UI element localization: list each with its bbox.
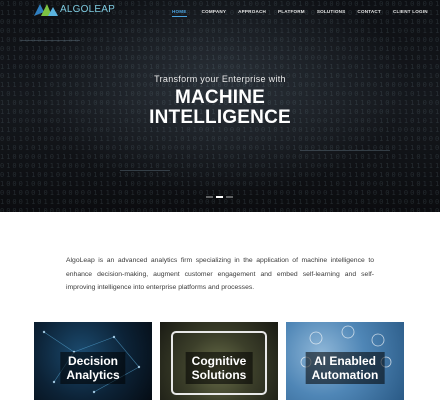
hero-title-line1: MACHINE (174, 87, 266, 108)
nav-company[interactable]: COMPANY (202, 9, 227, 17)
intro-paragraph: AlgoLeap is an advanced analytics firm s… (66, 257, 374, 291)
card-cognitive-solutions[interactable]: Cognitive Solutions (160, 322, 278, 400)
hero-banner: 0100010110011000101000110010011001001001… (0, 0, 440, 212)
algoleap-logo[interactable]: ALGOLEAP (34, 2, 115, 16)
card-label-box: Decision Analytics (60, 352, 126, 384)
nav-contact[interactable]: CONTACT (357, 9, 381, 17)
light-streak (120, 170, 170, 171)
nav-approach[interactable]: APPROACH (238, 9, 266, 17)
card-ai-enabled-automation[interactable]: AI Enabled Automation (286, 322, 404, 400)
logo-mark-icon (34, 4, 58, 16)
card-decision-analytics[interactable]: Decision Analytics (34, 322, 152, 400)
nav-client-login[interactable]: CLIENT LOGIN (393, 9, 428, 17)
card-title-line1: Decision (67, 354, 119, 368)
card-label-box: Cognitive Solutions (185, 352, 253, 384)
light-streak (300, 150, 390, 151)
nav-home[interactable]: HOME (172, 9, 187, 17)
logo-text: ALGOLEAP (60, 3, 115, 15)
card-label-box: AI Enabled Automation (305, 352, 385, 384)
nav-platform[interactable]: PLATFORM (278, 9, 305, 17)
card-title-line2: Solutions (191, 368, 247, 382)
card-title-line2: Analytics (66, 368, 120, 382)
slider-dots (206, 196, 233, 198)
card-title-line1: Cognitive (191, 354, 247, 368)
nav-solutions[interactable]: SOLUTIONS (317, 9, 346, 17)
slider-dot[interactable] (206, 196, 213, 198)
card-title-line1: AI Enabled (313, 354, 376, 368)
main-nav: HOME COMPANY APPROACH PLATFORM SOLUTIONS… (172, 9, 428, 17)
light-streak (20, 40, 80, 41)
hero-title: MACHINE INTELLIGENCE (0, 88, 440, 128)
hero-title-line2: INTELLIGENCE (149, 107, 291, 128)
card-title-line2: Automation (311, 368, 379, 382)
slider-dot-active[interactable] (216, 196, 223, 198)
slider-dot[interactable] (226, 196, 233, 198)
hero-subtitle: Transform your Enterprise with (154, 74, 286, 84)
